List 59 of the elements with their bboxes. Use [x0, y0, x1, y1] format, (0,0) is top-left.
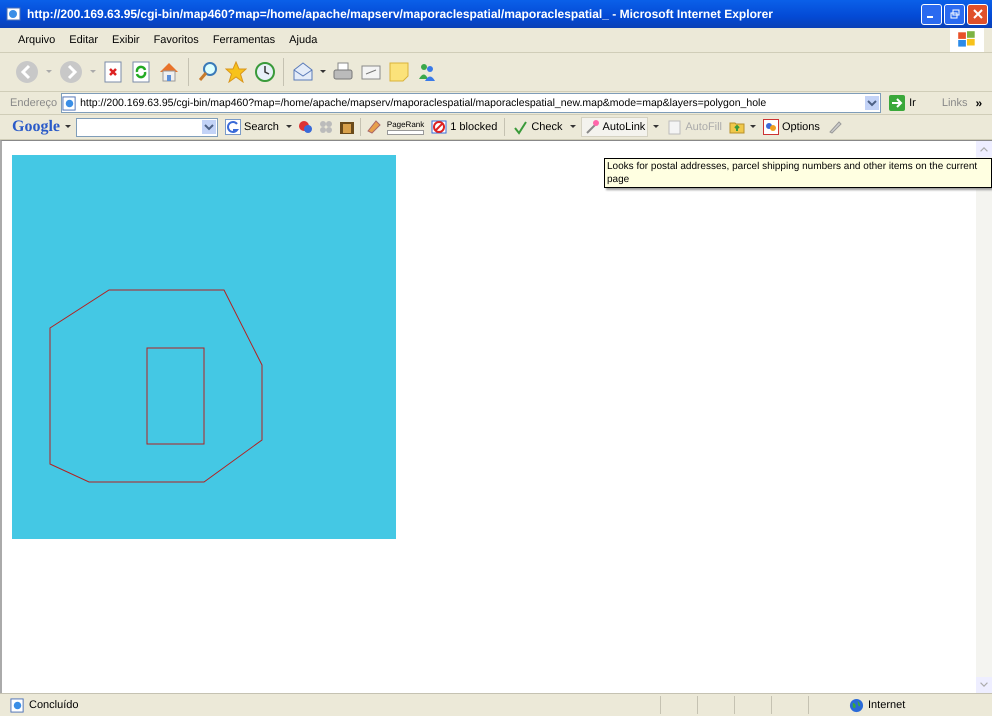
mail-icon[interactable]: [292, 61, 314, 83]
globe-icon: [849, 698, 864, 712]
dropdown-arrow-icon[interactable]: [750, 125, 756, 129]
close-icon: [972, 9, 982, 19]
form-icon: [666, 119, 682, 135]
options-button[interactable]: Options: [761, 117, 822, 137]
search-field[interactable]: [76, 118, 218, 136]
history-icon[interactable]: [253, 61, 275, 83]
autolink-button[interactable]: AutoLink: [580, 117, 648, 137]
dropdown-arrow-icon[interactable]: [65, 125, 71, 129]
minimize-icon: [927, 16, 933, 18]
search-icon[interactable]: [197, 61, 219, 83]
go-button[interactable]: Ir: [885, 95, 920, 111]
menu-item[interactable]: Favoritos: [148, 34, 205, 46]
chevron[interactable]: »: [976, 96, 982, 110]
google-logo[interactable]: Google: [12, 118, 60, 136]
menu-item[interactable]: Ferramentas: [206, 34, 282, 46]
scroll-down-icon[interactable]: [976, 677, 992, 693]
minimize-button[interactable]: [921, 4, 942, 24]
page-icon: [62, 96, 78, 110]
dropdown-arrow-icon[interactable]: [320, 70, 326, 74]
menu-item[interactable]: Arquivo: [12, 34, 62, 46]
portrait-icon[interactable]: [338, 119, 355, 135]
go-arrow-icon: [889, 95, 906, 111]
menu-item[interactable]: Editar: [63, 34, 104, 46]
dropdown-arrow-icon[interactable]: [653, 125, 660, 129]
checkmark-icon: [512, 119, 528, 135]
window-title: http://200.169.63.95/cgi-bin/map460?map=/home/apache/mapserv/maporaclespatial/maporaclespatial_ - Microsoft Internet Explorer: [27, 7, 774, 21]
highlighter-icon[interactable]: [826, 119, 843, 135]
dropdown-arrow-icon[interactable]: [570, 125, 576, 129]
home-icon[interactable]: [158, 61, 180, 83]
page-icon: [6, 6, 22, 22]
zone-text: Internet: [868, 699, 906, 711]
address-label: Endereço: [10, 97, 58, 109]
stop-icon[interactable]: [102, 61, 124, 83]
search-button[interactable]: Search: [223, 117, 281, 137]
blocked-icon: [431, 119, 448, 135]
refresh-icon[interactable]: [130, 61, 152, 83]
close-button[interactable]: [967, 4, 988, 24]
status-text: Concluído: [29, 699, 80, 711]
messenger-icon[interactable]: [416, 61, 438, 83]
wand-icon: [584, 119, 600, 135]
g-icon: [225, 119, 241, 135]
tooltip: Looks for postal addresses, parcel shipping numbers and other items on the current page: [604, 158, 992, 188]
address-field[interactable]: http://200.169.63.95/cgi-bin/map460?map=/home/apache/mapserv/maporaclespatial/maporaclespatial_new.map&mode=map&layers=polygon_hole: [61, 93, 882, 113]
spell-check-button[interactable]: Check: [510, 117, 564, 137]
scroll-up-icon[interactable]: [976, 141, 992, 157]
restore-icon: [950, 9, 960, 19]
popup-blocker-button[interactable]: 1 blocked: [429, 117, 500, 137]
menu-item[interactable]: Exibir: [106, 34, 146, 46]
windows-logo-icon: [950, 28, 984, 52]
restore-button[interactable]: [944, 4, 965, 24]
pagerank-meter: PageRank: [386, 120, 424, 134]
star-icon[interactable]: [225, 61, 247, 83]
menu-item[interactable]: Ajuda: [283, 34, 324, 46]
options-icon: [763, 119, 779, 135]
dropdown-arrow-icon[interactable]: [286, 125, 292, 129]
page-icon: [10, 698, 25, 712]
scrollbar[interactable]: [976, 141, 992, 693]
